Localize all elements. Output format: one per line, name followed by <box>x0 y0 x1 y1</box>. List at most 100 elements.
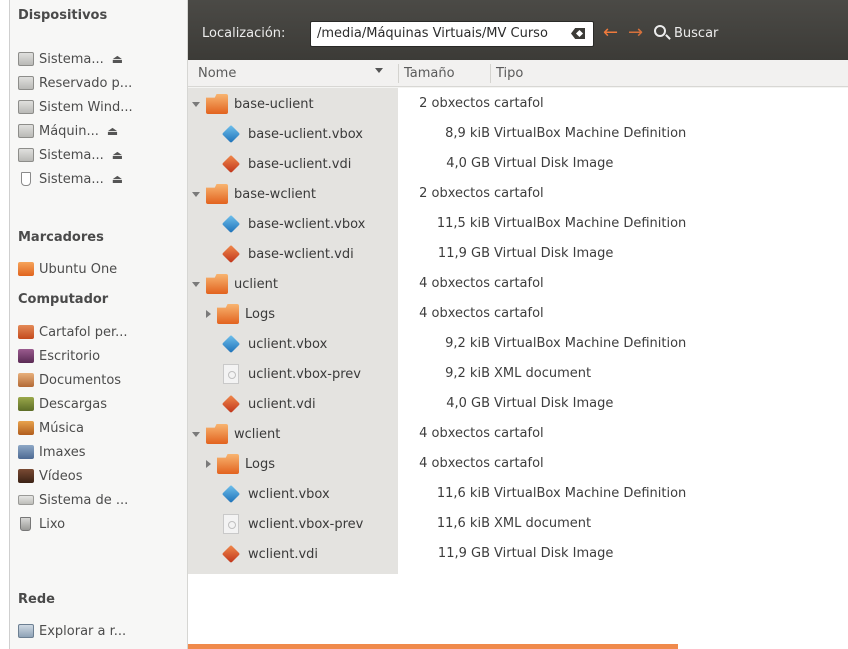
file-row[interactable]: base-wclient.vbox 11,5 kiB VirtualBox Mach… <box>188 209 848 239</box>
file-row[interactable]: wclient.vbox-prev 11,6 kiB XML document <box>188 509 848 539</box>
sidebar-item[interactable]: Sistema... ⏏ <box>15 48 185 70</box>
file-size: 4,0 GB <box>446 396 490 411</box>
eject-icon[interactable]: ⏏ <box>112 52 123 66</box>
file-row[interactable]: Logs 4 obxectos cartafol <box>188 299 848 329</box>
file-name: base-wclient <box>234 186 317 202</box>
sidebar-item-label: Lixo <box>39 516 66 532</box>
location-bar: Localización: /media/Máquinas Virtuais/M… <box>188 0 848 60</box>
file-name: Logs <box>245 306 275 322</box>
eject-icon[interactable]: ⏏ <box>112 172 123 186</box>
search-icon[interactable] <box>654 25 666 37</box>
file-size: 4 obxectos <box>419 306 490 321</box>
file-size: 11,6 kiB <box>436 516 490 531</box>
drive-icon <box>18 100 34 114</box>
back-arrow-icon[interactable]: ← <box>603 22 618 44</box>
file-size: 11,6 kiB <box>436 486 490 501</box>
search-button[interactable]: Buscar <box>674 26 718 41</box>
sidebar-item-label: Imaxes <box>39 444 86 460</box>
sidebar-item[interactable]: Documentos <box>15 369 185 391</box>
name-cell: wclient <box>188 419 398 449</box>
file-row[interactable]: wclient 4 obxectos cartafol <box>188 419 848 449</box>
sidebar-item[interactable]: Reservado p... <box>15 72 185 94</box>
folder-icon <box>217 454 239 474</box>
file-row[interactable]: Logs 4 obxectos cartafol <box>188 449 848 479</box>
file-name: Logs <box>245 456 275 472</box>
eject-icon[interactable]: ⏏ <box>107 124 118 138</box>
xml-document-icon <box>223 364 239 384</box>
network-icon <box>18 624 34 638</box>
location-input[interactable]: /media/Máquinas Virtuais/MV Curso <box>310 21 594 47</box>
file-name: base-uclient <box>234 96 314 112</box>
file-type: Virtual Disk Image <box>494 156 614 171</box>
sidebar-item[interactable]: Sistema... ⏏ <box>15 168 185 190</box>
file-row[interactable]: base-uclient.vdi 4,0 GB Virtual Disk Image <box>188 149 848 179</box>
sidebar-item-label: Explorar a r... <box>39 623 127 639</box>
expander-open-icon[interactable] <box>192 431 200 437</box>
file-row[interactable]: wclient.vbox 11,6 kiB VirtualBox Machine D… <box>188 479 848 509</box>
expander-open-icon[interactable] <box>192 281 200 287</box>
file-row[interactable]: base-wclient.vdi 11,9 GB Virtual Disk Imag… <box>188 239 848 269</box>
sidebar-item[interactable]: Sistem Wind... <box>15 96 185 118</box>
file-type: XML document <box>494 516 592 531</box>
sidebar-item-label: Sistema... <box>39 51 104 67</box>
home-folder-icon <box>18 325 34 339</box>
sidebar-item-label: Vídeos <box>39 468 83 484</box>
folder-icon <box>206 184 228 204</box>
sidebar-item-label: Escritorio <box>39 348 101 364</box>
folder-icon <box>206 94 228 114</box>
sidebar-item[interactable]: Vídeos <box>15 465 185 487</box>
column-size[interactable]: Tamaño <box>404 66 455 81</box>
sidebar-item[interactable]: Escritorio <box>15 345 185 367</box>
sidebar-item-label: Música <box>39 420 84 436</box>
file-row[interactable]: uclient.vbox 9,2 kiB VirtualBox Machine De… <box>188 329 848 359</box>
file-name: base-uclient.vdi <box>248 156 352 172</box>
sidebar-item[interactable]: Descargas <box>15 393 185 415</box>
file-type: Virtual Disk Image <box>494 546 614 561</box>
file-type: cartafol <box>494 426 544 441</box>
file-size: 2 obxectos <box>419 96 490 111</box>
expander-closed-icon[interactable] <box>206 310 211 318</box>
sidebar-item[interactable]: Sistema de ... <box>15 489 185 511</box>
file-type: Virtual Disk Image <box>494 396 614 411</box>
expander-closed-icon[interactable] <box>206 460 211 468</box>
file-type: cartafol <box>494 306 544 321</box>
sidebar-item[interactable]: Música <box>15 417 185 439</box>
column-type[interactable]: Tipo <box>496 66 523 81</box>
sidebar-item[interactable]: Sistema... ⏏ <box>15 144 185 166</box>
sidebar-item-label: Reservado p... <box>39 75 133 91</box>
column-name[interactable]: Nome <box>198 66 236 81</box>
forward-arrow-icon[interactable]: → <box>628 22 643 44</box>
name-cell: Logs <box>188 449 398 479</box>
folder-icon <box>217 304 239 324</box>
file-row[interactable]: wclient.vdi 11,9 GB Virtual Disk Image <box>188 539 848 569</box>
file-row[interactable]: base-uclient 2 obxectos cartafol <box>188 89 848 119</box>
column-separator[interactable] <box>490 64 491 83</box>
sidebar-item[interactable]: Cartafol per... <box>15 321 185 343</box>
file-type: VirtualBox Machine Definition <box>494 216 687 231</box>
file-row[interactable]: uclient 4 obxectos cartafol <box>188 269 848 299</box>
expander-open-icon[interactable] <box>192 101 200 107</box>
file-name: wclient <box>234 426 281 442</box>
sidebar-item[interactable]: Lixo <box>15 513 185 535</box>
sidebar-item[interactable]: Explorar a r... <box>15 620 185 642</box>
file-row[interactable]: base-wclient 2 obxectos cartafol <box>188 179 848 209</box>
sidebar-item[interactable]: Ubuntu One <box>15 258 185 280</box>
expander-open-icon[interactable] <box>192 191 200 197</box>
column-header: Nome Tamaño Tipo <box>188 60 848 87</box>
drive-icon <box>18 124 34 138</box>
file-row[interactable]: uclient.vbox-prev 9,2 kiB XML document <box>188 359 848 389</box>
file-name: base-wclient.vdi <box>248 246 354 262</box>
file-row[interactable]: uclient.vdi 4,0 GB Virtual Disk Image <box>188 389 848 419</box>
sort-down-icon <box>375 68 383 73</box>
file-row[interactable]: base-uclient.vbox 8,9 kiB VirtualBox Machi… <box>188 119 848 149</box>
sidebar-item[interactable]: Máquin... ⏏ <box>15 120 185 142</box>
column-separator[interactable] <box>398 64 399 83</box>
eject-icon[interactable]: ⏏ <box>112 148 123 162</box>
file-name: uclient.vdi <box>248 396 316 412</box>
name-cell: uclient.vdi <box>188 389 398 419</box>
file-size: 11,5 kiB <box>436 216 490 231</box>
file-name: wclient.vdi <box>248 546 319 562</box>
sidebar-item[interactable]: Imaxes <box>15 441 185 463</box>
file-size: 4 obxectos <box>419 276 490 291</box>
name-cell: base-uclient.vdi <box>188 149 398 179</box>
